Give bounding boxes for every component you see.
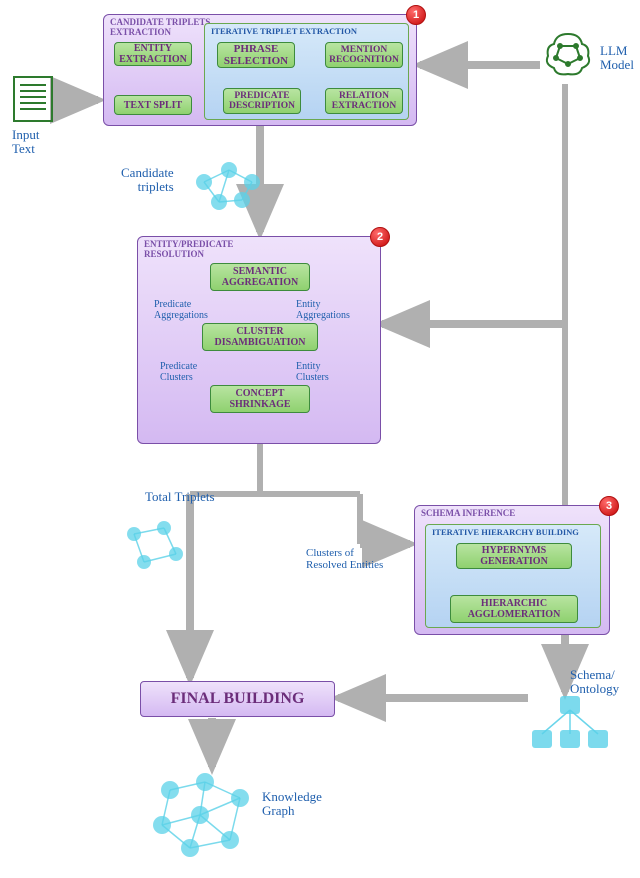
lbl-pred-agg: Predicate Aggregations (154, 299, 208, 321)
node-text-split: TEXT SPLIT (114, 95, 192, 115)
lbl-ent-clust: Entity Clusters (296, 361, 329, 383)
node-hierarchic-agglomeration: HIERARCHIC AGGLOMERATION (450, 595, 578, 623)
node-concept-shrinkage: CONCEPT SHRINKAGE (210, 385, 310, 413)
candidate-triplets-icon (184, 152, 274, 222)
panel3-inner: ITERATIVE HIERARCHY BUILDING HYPERNYMS G… (425, 524, 601, 628)
node-mention-recognition: MENTION RECOGNITION (325, 42, 403, 68)
panel1-badge: 1 (406, 5, 426, 25)
node-predicate-description: PREDICATE DESCRIPTION (223, 88, 301, 114)
llm-model-label: LLM Model (600, 44, 634, 73)
total-triplets-icon (116, 516, 196, 586)
panel3-title: SCHEMA INFERENCE (415, 506, 609, 519)
node-phrase-selection: PHRASE SELECTION (217, 42, 295, 68)
schema-tree-icon (530, 694, 610, 750)
lbl-ent-agg: Entity Aggregations (296, 299, 350, 321)
panel-schema-inference: SCHEMA INFERENCE 3 ITERATIVE HIERARCHY B… (414, 505, 610, 635)
node-relation-extraction: RELATION EXTRACTION (325, 88, 403, 114)
node-entity-extraction: ENTITY EXTRACTION (114, 42, 192, 66)
panel-entity-predicate-resolution: ENTITY/PREDICATE RESOLUTION 2 SEMANTIC A… (137, 236, 381, 444)
panel1-inner: ITERATIVE TRIPLET EXTRACTION PHRASE SELE… (204, 23, 409, 120)
knowledge-graph-icon (140, 770, 270, 870)
schema-label: Schema/ Ontology (570, 668, 619, 697)
node-cluster-disambiguation: CLUSTER DISAMBIGUATION (202, 323, 318, 351)
node-hypernyms-generation: HYPERNYMS GENERATION (456, 543, 572, 569)
panel3-badge: 3 (599, 496, 619, 516)
clusters-resolved-label: Clusters of Resolved Entities (306, 547, 383, 571)
candidate-triplets-label: Candidate triplets (121, 166, 174, 195)
panel2-badge: 2 (370, 227, 390, 247)
lbl-pred-clust: Predicate Clusters (160, 361, 197, 383)
node-semantic-aggregation: SEMANTIC AGGREGATION (210, 263, 310, 291)
input-text-label: Input Text (12, 128, 39, 157)
knowledge-graph-label: Knowledge Graph (262, 790, 322, 819)
panel1-inner-title: ITERATIVE TRIPLET EXTRACTION (205, 24, 408, 36)
panel2-title: ENTITY/PREDICATE RESOLUTION (138, 237, 380, 260)
total-triplets-label: Total Triplets (145, 490, 215, 504)
panel3-inner-title: ITERATIVE HIERARCHY BUILDING (426, 525, 600, 537)
llm-brain-icon (542, 28, 594, 80)
panel-candidate-triplets: CANDIDATE TRIPLETS EXTRACTION 1 ENTITY E… (103, 14, 417, 126)
node-final-building: FINAL BUILDING (140, 681, 335, 717)
input-text-icon (12, 75, 58, 125)
